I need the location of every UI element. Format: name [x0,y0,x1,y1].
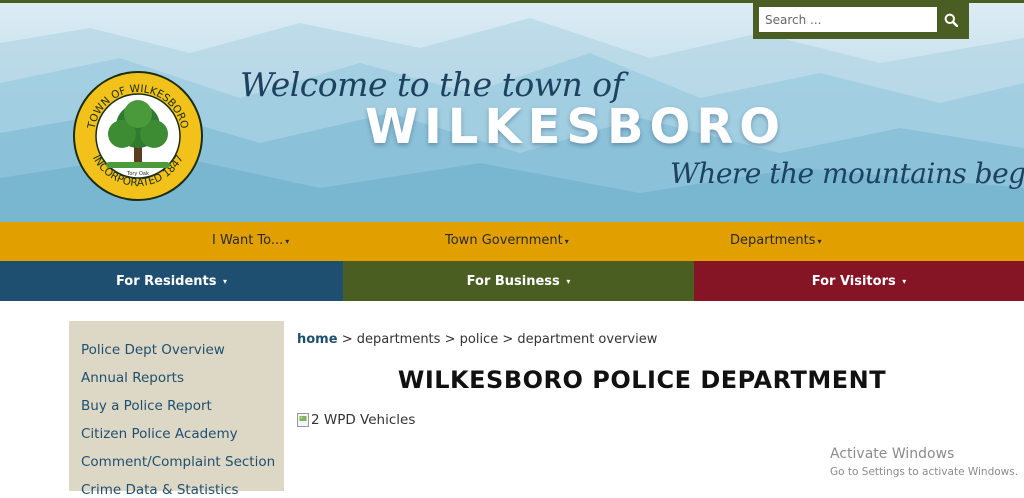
breadcrumb-police[interactable]: police [460,332,499,347]
nav-i-want-to[interactable]: I Want To... ▾ [212,222,289,261]
chevron-down-icon: ▾ [285,237,290,246]
sidebar-item-citizen-police-academy[interactable]: Citizen Police Academy [81,426,238,442]
town-seal-logo[interactable]: TOWN OF WILKESBORO INCORPORATED 1847 Tor… [72,70,204,202]
search-icon [944,13,958,27]
nav-for-visitors[interactable]: For Visitors ▾ [694,261,1024,301]
sidebar: Police Dept Overview Annual Reports Buy … [69,321,284,498]
image-alt-text: 2 WPD Vehicles [311,412,416,428]
broken-image: 2 WPD Vehicles [297,412,415,428]
breadcrumb-separator: > [341,332,353,347]
broken-image-icon [297,413,309,427]
search-button[interactable] [937,7,965,33]
nav-label: For Visitors [811,273,896,289]
search-input[interactable] [759,7,937,32]
breadcrumb-current: department overview [517,332,658,347]
nav-label: I Want To... [212,233,284,248]
breadcrumb-separator: > [502,332,514,347]
secondary-nav: For Residents ▾ For Business ▾ For Visit… [0,261,1024,301]
watermark-title: Activate Windows [830,446,955,462]
breadcrumb: home > departments > police > department… [297,332,657,347]
watermark-subtitle: Go to Settings to activate Windows. [830,466,1019,478]
sidebar-item-comment-complaint[interactable]: Comment/Complaint Section [81,454,275,470]
sidebar-item-crime-data[interactable]: Crime Data & Statistics [81,482,239,498]
nav-for-business[interactable]: For Business ▾ [343,261,694,301]
town-name: WILKESBORO [365,99,787,155]
breadcrumb-home[interactable]: home [297,332,338,347]
sidebar-item-annual-reports[interactable]: Annual Reports [81,370,184,386]
nav-town-government[interactable]: Town Government ▾ [445,222,569,261]
nav-for-residents[interactable]: For Residents ▾ [0,261,343,301]
nav-label: For Business [466,273,560,289]
breadcrumb-departments[interactable]: departments [357,332,441,347]
seal-tree-label: Tory Oak [126,171,149,177]
chevron-down-icon: ▾ [902,276,907,286]
windows-activation-watermark: Activate Windows Go to Settings to activ… [830,446,1018,478]
sidebar-item-buy-police-report[interactable]: Buy a Police Report [81,398,212,414]
sidebar-item-police-dept-overview[interactable]: Police Dept Overview [81,342,225,358]
primary-nav: I Want To... ▾ Town Government ▾ Departmen… [0,222,1024,261]
nav-departments[interactable]: Departments ▾ [730,222,821,261]
chevron-down-icon: ▾ [564,237,569,246]
nav-label: Town Government [445,233,563,248]
chevron-down-icon: ▾ [223,276,228,286]
chevron-down-icon: ▾ [817,237,822,246]
breadcrumb-separator: > [444,332,456,347]
nav-label: For Residents [115,273,217,289]
chevron-down-icon: ▾ [566,276,571,286]
tagline: Where the mountains begin [670,157,1024,190]
search-box [753,3,969,39]
nav-label: Departments [730,233,816,248]
page-title: WILKESBORO POLICE DEPARTMENT [397,366,887,394]
